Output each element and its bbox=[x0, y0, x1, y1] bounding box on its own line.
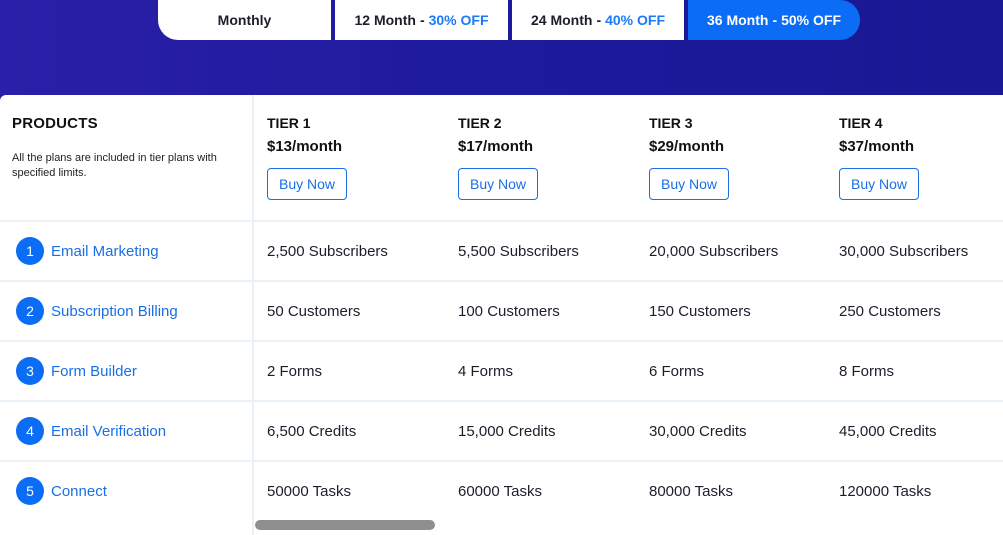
table-cell: 5,500 Subscribers bbox=[458, 242, 579, 260]
buy-now-button[interactable]: Buy Now bbox=[649, 168, 729, 200]
product-number-badge: 3 bbox=[16, 357, 44, 385]
tab-separator: - bbox=[419, 12, 425, 28]
tab-discount: 40% OFF bbox=[605, 12, 666, 28]
horizontal-scrollbar-thumb[interactable] bbox=[255, 520, 435, 530]
table-cell: 4 Forms bbox=[458, 362, 514, 380]
table-row: 5 Connect 50000 Tasks 60000 Tasks 80000 … bbox=[0, 460, 1003, 520]
table-cell: 50000 Tasks bbox=[267, 482, 351, 500]
tab-separator: - bbox=[772, 12, 778, 28]
products-title: PRODUCTS bbox=[12, 115, 98, 132]
table-cell: 80000 Tasks bbox=[649, 482, 733, 500]
table-cell: 8 Forms bbox=[839, 362, 895, 380]
table-row: 3 Form Builder 2 Forms 4 Forms 6 Forms 8… bbox=[0, 340, 1003, 400]
product-email-verification: 4 Email Verification bbox=[16, 402, 166, 460]
product-number-badge: 2 bbox=[16, 297, 44, 325]
tab-discount: 30% OFF bbox=[428, 12, 489, 28]
tab-36-month[interactable]: 36 Month - 50% OFF bbox=[688, 0, 860, 40]
tier-3-header: TIER 3 $29/month Buy Now bbox=[649, 115, 729, 200]
tab-label: 12 Month bbox=[354, 12, 416, 28]
product-link[interactable]: Form Builder bbox=[51, 363, 137, 380]
table-cell: 2,500 Subscribers bbox=[267, 242, 388, 260]
tab-separator: - bbox=[596, 12, 602, 28]
product-number-badge: 4 bbox=[16, 417, 44, 445]
tier-name: TIER 4 bbox=[839, 115, 883, 131]
tier-name: TIER 2 bbox=[458, 115, 502, 131]
table-cell: 50 Customers bbox=[267, 302, 361, 320]
products-description: All the plans are included in tier plans… bbox=[12, 152, 217, 179]
table-cell: 100 Customers bbox=[458, 302, 560, 320]
tab-12-month[interactable]: 12 Month - 30% OFF bbox=[335, 0, 508, 40]
table-row: 1 Email Marketing 2,500 Subscribers 5,50… bbox=[0, 220, 1003, 280]
table-cell: 15,000 Credits bbox=[458, 422, 556, 440]
table-row: 4 Email Verification 6,500 Credits 15,00… bbox=[0, 400, 1003, 460]
tab-24-month[interactable]: 24 Month - 40% OFF bbox=[512, 0, 684, 40]
tab-discount: 50% OFF bbox=[781, 12, 842, 28]
tab-label: Monthly bbox=[217, 12, 272, 28]
tier-4-header: TIER 4 $37/month Buy Now bbox=[839, 115, 919, 200]
billing-period-tabs: Monthly 12 Month - 30% OFF 24 Month - 40… bbox=[158, 0, 860, 40]
tab-monthly[interactable]: Monthly bbox=[158, 0, 331, 40]
tier-price: $17/month bbox=[458, 138, 534, 155]
tier-price: $37/month bbox=[839, 138, 915, 155]
tier-price: $13/month bbox=[267, 138, 343, 155]
tab-label: 36 Month bbox=[706, 12, 769, 28]
tier-2-header: TIER 2 $17/month Buy Now bbox=[458, 115, 538, 200]
tier-name: TIER 1 bbox=[267, 115, 311, 131]
product-number-badge: 1 bbox=[16, 237, 44, 265]
table-cell: 45,000 Credits bbox=[839, 422, 937, 440]
buy-now-button[interactable]: Buy Now bbox=[839, 168, 919, 200]
product-email-marketing: 1 Email Marketing bbox=[16, 222, 159, 280]
table-cell: 150 Customers bbox=[649, 302, 751, 320]
tier-1-header: TIER 1 $13/month Buy Now bbox=[267, 115, 347, 200]
table-cell: 6,500 Credits bbox=[267, 422, 357, 440]
buy-now-button[interactable]: Buy Now bbox=[267, 168, 347, 200]
table-cell: 20,000 Subscribers bbox=[649, 242, 779, 260]
product-link[interactable]: Subscription Billing bbox=[51, 303, 178, 320]
table-cell: 120000 Tasks bbox=[839, 482, 932, 500]
products-header: PRODUCTS All the plans are included in t… bbox=[0, 95, 252, 220]
product-form-builder: 3 Form Builder bbox=[16, 342, 137, 400]
table-cell: 6 Forms bbox=[649, 362, 705, 380]
tier-name: TIER 3 bbox=[649, 115, 693, 131]
product-subscription-billing: 2 Subscription Billing bbox=[16, 282, 178, 340]
table-cell: 2 Forms bbox=[267, 362, 323, 380]
product-link[interactable]: Email Marketing bbox=[51, 243, 159, 260]
table-row: 2 Subscription Billing 50 Customers 100 … bbox=[0, 280, 1003, 340]
tier-price: $29/month bbox=[649, 138, 725, 155]
table-cell: 30,000 Credits bbox=[649, 422, 747, 440]
product-number-badge: 5 bbox=[16, 477, 44, 505]
product-link[interactable]: Connect bbox=[51, 483, 107, 500]
product-link[interactable]: Email Verification bbox=[51, 423, 166, 440]
pricing-table: PRODUCTS All the plans are included in t… bbox=[0, 95, 1003, 535]
table-cell: 250 Customers bbox=[839, 302, 941, 320]
buy-now-button[interactable]: Buy Now bbox=[458, 168, 538, 200]
tab-label: 24 Month bbox=[530, 12, 593, 28]
product-connect: 5 Connect bbox=[16, 462, 107, 520]
table-cell: 60000 Tasks bbox=[458, 482, 542, 500]
table-cell: 30,000 Subscribers bbox=[839, 242, 969, 260]
